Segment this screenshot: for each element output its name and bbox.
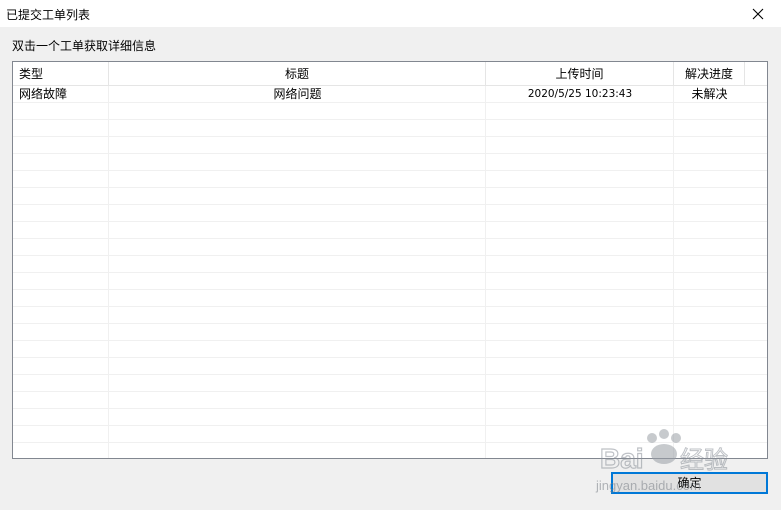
close-icon	[752, 8, 764, 19]
table-row[interactable]: 网络故障 网络问题 2020/5/25 10:23:43 未解决	[13, 86, 767, 103]
column-header-upload-time[interactable]: 上传时间	[486, 62, 674, 85]
cell-title: 网络问题	[273, 87, 322, 101]
ok-button[interactable]: 确定	[611, 472, 768, 494]
empty-row	[13, 205, 767, 222]
column-header-row: 类型 标题 上传时间 解决进度	[13, 62, 767, 86]
cell-type: 网络故障	[19, 87, 68, 101]
title-bar: 已提交工单列表	[0, 0, 781, 27]
empty-row	[13, 341, 767, 358]
empty-row	[13, 273, 767, 290]
window-title: 已提交工单列表	[6, 8, 91, 22]
empty-row	[13, 290, 767, 307]
empty-row	[13, 188, 767, 205]
empty-row	[13, 375, 767, 392]
empty-row	[13, 358, 767, 375]
empty-row	[13, 426, 767, 443]
close-button[interactable]	[735, 0, 781, 27]
empty-row	[13, 103, 767, 120]
empty-row	[13, 239, 767, 256]
empty-row	[13, 256, 767, 273]
empty-row	[13, 307, 767, 324]
cell-upload-time: 2020/5/25 10:23:43	[527, 88, 633, 100]
instruction-label: 双击一个工单获取详细信息	[12, 39, 157, 53]
column-header-title[interactable]: 标题	[109, 62, 486, 85]
cell-progress: 未解决	[691, 87, 728, 101]
empty-row	[13, 222, 767, 239]
empty-row	[13, 324, 767, 341]
empty-row	[13, 392, 767, 409]
column-header-progress[interactable]: 解决进度	[674, 62, 745, 85]
column-header-type[interactable]: 类型	[13, 62, 109, 85]
empty-row	[13, 154, 767, 171]
ticket-list[interactable]: 网络故障 网络问题 2020/5/25 10:23:43 未解决 类型 标题 上传时间…	[12, 61, 768, 459]
empty-row	[13, 137, 767, 154]
empty-row	[13, 409, 767, 426]
empty-row	[13, 120, 767, 137]
empty-row	[13, 171, 767, 188]
